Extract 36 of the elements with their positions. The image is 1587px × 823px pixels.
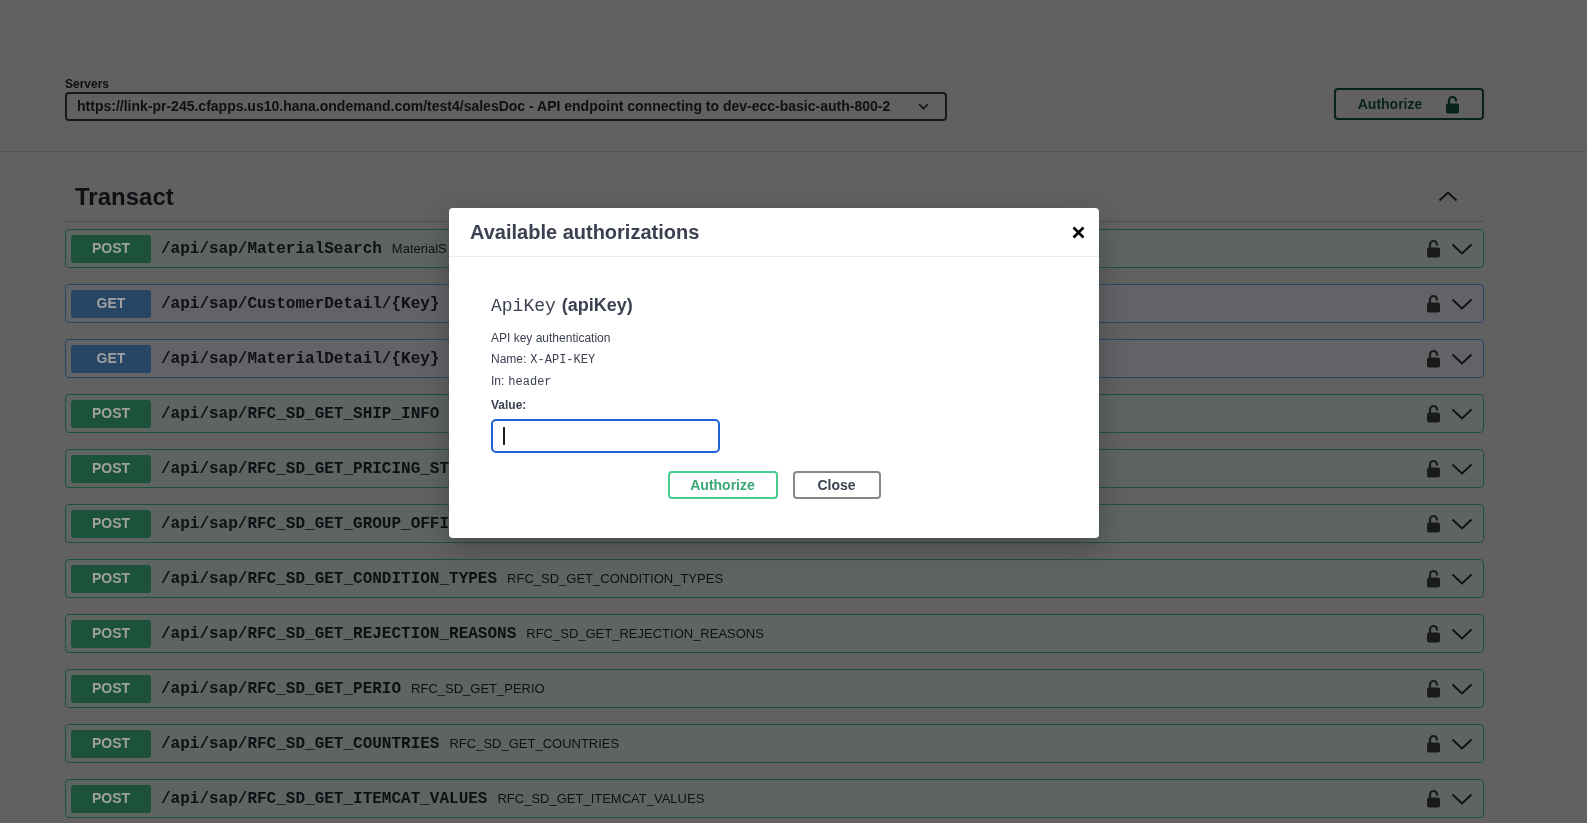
method-badge: POST <box>71 454 151 483</box>
endpoint-path: /api/sap/RFC_SD_GET_SHIP_INFO <box>161 403 440 424</box>
endpoint-summary: RFC_SD_GET_PERIO <box>411 680 545 697</box>
method-badge: POST <box>71 619 151 648</box>
auth-detail: Name: X-API-KEY <box>491 351 596 369</box>
endpoint-summary: RFC_SD_GET_CONDITION_TYPES <box>507 570 724 587</box>
scheme-heading: ApiKey (apiKey) <box>491 294 633 316</box>
endpoint-summary: MaterialS <box>391 240 447 257</box>
endpoint-path: /api/sap/RFC_SD_GET_ITEMCAT_VALUES <box>161 788 488 809</box>
auth-detail: In: header <box>491 373 552 391</box>
endpoint-summary: RFC_SD_GET_REJECTION_REASONS <box>526 625 764 642</box>
endpoint-path: /api/sap/MaterialDetail/{Key} <box>161 348 440 369</box>
method-badge: POST <box>71 674 151 703</box>
method-badge: POST <box>71 729 151 758</box>
endpoint-path: /api/sap/RFC_SD_GET_COUNTRIES <box>161 733 440 754</box>
endpoint-summary: RFC_SD_GET_ITEMCAT_VALUES <box>497 790 705 807</box>
value-label: Value: <box>491 397 527 414</box>
endpoint-path: /api/sap/RFC_SD_GET_REJECTION_REASONS <box>161 623 517 644</box>
endpoint-path: /api/sap/RFC_SD_GET_CONDITION_TYPES <box>161 568 498 589</box>
method-badge: POST <box>71 399 151 428</box>
auth-description: API key authentication <box>491 330 611 347</box>
method-badge: POST <box>71 564 151 593</box>
endpoint-path: /api/sap/MaterialSearch <box>161 238 382 259</box>
method-badge: POST <box>71 784 151 813</box>
endpoint-path: /api/sap/RFC_SD_GET_PERIO <box>161 678 402 699</box>
endpoint-path: /api/sap/RFC_SD_GET_PRICING_ST <box>161 458 450 479</box>
endpoint-path: /api/sap/CustomerDetail/{Key} <box>161 293 440 314</box>
servers-label: Servers <box>65 77 110 91</box>
endpoint-summary: RFC_SD_GET_COUNTRIES <box>449 735 620 752</box>
method-badge: POST <box>71 509 151 538</box>
method-badge: GET <box>71 289 151 318</box>
method-badge: GET <box>71 344 151 373</box>
endpoint-path: /api/sap/RFC_SD_GET_GROUP_OFFI <box>161 513 450 534</box>
dialog-title: Available authorizations <box>470 220 700 244</box>
method-badge: POST <box>71 234 151 263</box>
section-title: Transact <box>75 181 174 212</box>
